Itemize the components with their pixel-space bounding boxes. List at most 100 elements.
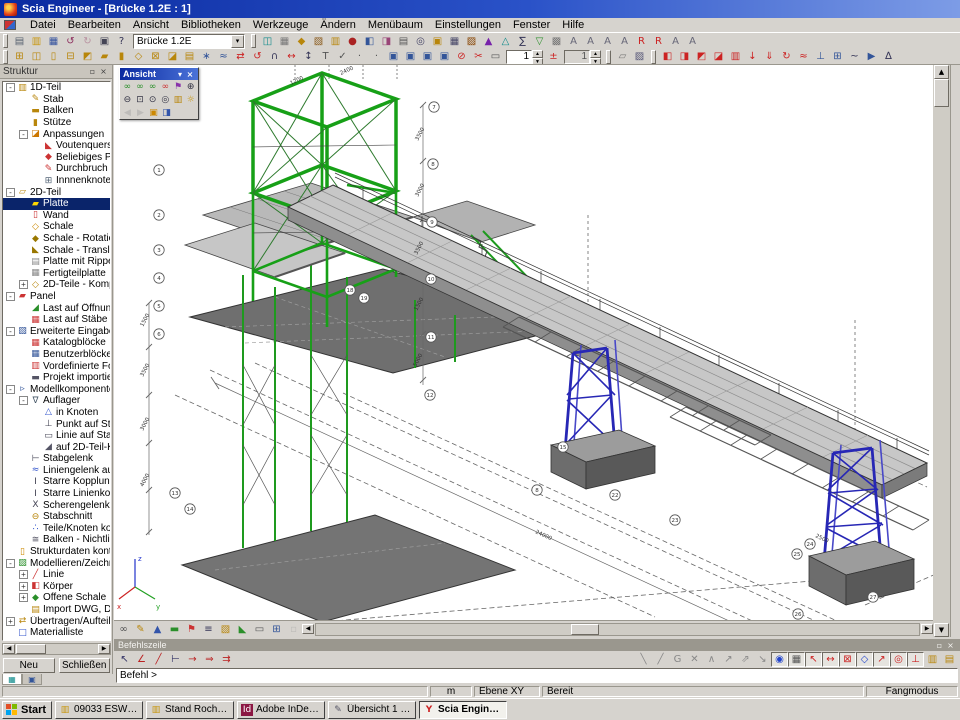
tree-item[interactable]: - ▥ 1D-Teil	[3, 82, 110, 94]
axis-tool-icon[interactable]: ⊢	[167, 652, 184, 667]
start-button[interactable]: Start	[2, 701, 52, 719]
combination-icon[interactable]: ◩	[693, 49, 710, 64]
tree-item[interactable]: ◆ Beliebiges Profil	[3, 152, 110, 164]
orthogonal-snap-icon[interactable]: ◇	[856, 652, 873, 667]
track-two-icon[interactable]: ╱	[652, 652, 669, 667]
move-stretch-icon[interactable]: ↔	[283, 49, 300, 64]
dynamics-icon[interactable]: ∆	[880, 49, 897, 64]
track-off-icon[interactable]: ✕	[686, 652, 703, 667]
title-bar[interactable]: Scia Engineer - [Brücke 1.2E : 1]	[0, 0, 960, 18]
line-load-icon[interactable]: ⇓	[761, 49, 778, 64]
perpendicular-snap-icon[interactable]: ⊥	[907, 652, 924, 667]
results-icon[interactable]: ▽	[531, 34, 548, 49]
tree-expander[interactable]: +	[19, 593, 28, 602]
tree-item[interactable]: - ◪ Anpassungen	[3, 128, 110, 140]
render-mode-icon[interactable]: ▧	[217, 622, 234, 637]
help-icon[interactable]: ?	[113, 34, 130, 49]
arc-center-snap-icon[interactable]: ◎	[890, 652, 907, 667]
mdi-child-icon[interactable]	[4, 20, 16, 30]
close-window-icon[interactable]: ▣	[96, 34, 113, 49]
scroll-left-icon[interactable]: ◀	[3, 644, 15, 654]
bridge-model-canvas[interactable]: 12345678910111218191581314222324252627 1…	[115, 65, 934, 620]
mesh-icon[interactable]: △	[497, 34, 514, 49]
modify-icon[interactable]: T	[317, 49, 334, 64]
render-wire-icon[interactable]: R	[650, 34, 667, 49]
tree-item[interactable]: ✎ Stab	[3, 94, 110, 106]
tree-horizontal-scrollbar[interactable]: ◀ ▶	[2, 643, 111, 655]
draw-icon[interactable]: ✎	[132, 622, 149, 637]
menu-item[interactable]: Ändern	[314, 18, 361, 32]
command-input[interactable]	[116, 668, 958, 683]
tab-struktur[interactable]: ▦	[2, 674, 22, 685]
flag-icon[interactable]: ⚑	[183, 622, 200, 637]
menu-item[interactable]: Einstellungen	[429, 18, 507, 32]
tree-item[interactable]: ◢ auf 2D-Teil-Kante	[3, 441, 110, 453]
tree-item[interactable]: ◆ Schale - Rotationsflä	[3, 233, 110, 245]
previous-view-icon[interactable]: ◀	[121, 106, 134, 119]
menu-item[interactable]: Werkzeuge	[247, 18, 314, 32]
spinner-down-icon[interactable]: ▼	[590, 58, 601, 66]
tree-expander[interactable]: -	[6, 83, 15, 92]
column-icon[interactable]: ▯	[45, 49, 62, 64]
tree-expander[interactable]: +	[6, 617, 15, 626]
tree-item[interactable]: + ◇ 2D-Teile - Kompone	[3, 279, 110, 291]
ansicht-palette[interactable]: Ansicht ▾ × ∞∞∞∞⚑⊕ ⊖⊡⊙◎▥☼ ◀▶▣◨	[119, 67, 199, 120]
menu-item[interactable]: Bibliotheken	[175, 18, 247, 32]
tree-item[interactable]: ▦ Last auf Stäbe	[3, 314, 110, 326]
zoom-window-icon[interactable]: ⊡	[134, 93, 147, 106]
length-snap-icon[interactable]: ↗	[720, 652, 737, 667]
cut-icon[interactable]: ✂	[470, 49, 487, 64]
tree-expander[interactable]: -	[6, 327, 15, 336]
shell-icon[interactable]: ◇	[130, 49, 147, 64]
multi-window-icon[interactable]: ◨	[160, 106, 173, 119]
tree-item[interactable]: + ⇄ Übertragen/Aufteilen/V	[3, 615, 110, 627]
copy-tool-icon[interactable]: ⇒	[201, 652, 218, 667]
window-3-icon[interactable]: ▣	[419, 49, 436, 64]
menu-item[interactable]: Hilfe	[556, 18, 590, 32]
tree-item[interactable]: + ◆ Offene Schale	[3, 592, 110, 604]
selection-arrow-icon[interactable]: ↖	[116, 652, 133, 667]
rib-icon[interactable]: ▤	[181, 49, 198, 64]
tree-item[interactable]: ◢ Last auf Öffnungska	[3, 302, 110, 314]
taskbar-paint[interactable]: ✎ Übersicht 1 - Paint	[328, 701, 416, 719]
view-y-icon[interactable]: A	[582, 34, 599, 49]
save-icon[interactable]: ▦	[45, 34, 62, 49]
tree-item[interactable]: ▯ Wand	[3, 210, 110, 222]
zoom-selection-icon[interactable]: ◎	[159, 93, 172, 106]
tree-item[interactable]: ✎ Durchbruch	[3, 163, 110, 175]
project-combobox[interactable]: Brücke 1.2E ▾	[133, 34, 245, 49]
close-icon[interactable]: ×	[945, 640, 956, 651]
tree-item[interactable]: I Starre Kopplungen	[3, 476, 110, 488]
tree-item[interactable]: ⊥ Punkt auf Stab	[3, 418, 110, 430]
menu-item[interactable]: Menübaum	[362, 18, 429, 32]
line-tool-icon[interactable]: ╱	[150, 652, 167, 667]
next-view-icon[interactable]: ▶	[134, 106, 147, 119]
taskbar-explorer-2[interactable]: ▥ Stand Roche ESW...	[146, 701, 234, 719]
profile-library-icon[interactable]: ▧	[310, 34, 327, 49]
view-direction-icon[interactable]: ⚑	[172, 80, 185, 93]
tree-item[interactable]: ◣ Schale - Translation	[3, 244, 110, 256]
tree-expander[interactable]: +	[19, 280, 28, 289]
line-grid-icon[interactable]: ▦	[276, 34, 293, 49]
tree-item[interactable]: I Starre Linienkopplun	[3, 488, 110, 500]
window-4-icon[interactable]: ▣	[436, 49, 453, 64]
tree-item[interactable]: ▤ Import DWG, DXF, V	[3, 604, 110, 616]
menu-item[interactable]: Datei	[24, 18, 62, 32]
snap-dialog-icon[interactable]: ▤	[941, 652, 958, 667]
tree-item[interactable]: - ▹ Modellkomponenten	[3, 383, 110, 395]
load-case-icon[interactable]: ◧	[659, 49, 676, 64]
visibility-icon[interactable]: ▨	[631, 49, 648, 64]
chevron-down-icon[interactable]: ▾	[231, 35, 244, 48]
view-x-icon[interactable]: A	[565, 34, 582, 49]
scrollbar-thumb[interactable]	[16, 644, 46, 654]
tree-item[interactable]: - ∇ Auflager	[3, 395, 110, 407]
tree-item[interactable]: - ▰ Panel	[3, 291, 110, 303]
tree-expander[interactable]: -	[6, 188, 15, 197]
window-add-icon[interactable]: ⊞	[268, 622, 285, 637]
concrete-icon[interactable]: ▩	[548, 34, 565, 49]
ansicht-palette-header[interactable]: Ansicht ▾ ×	[120, 68, 198, 80]
filter-icon[interactable]: ▱	[614, 49, 631, 64]
hidden-lines-icon[interactable]: ∞	[159, 80, 172, 93]
tree-item[interactable]: ▬ Projekt importieren (	[3, 372, 110, 384]
moment-load-icon[interactable]: ↻	[778, 49, 795, 64]
